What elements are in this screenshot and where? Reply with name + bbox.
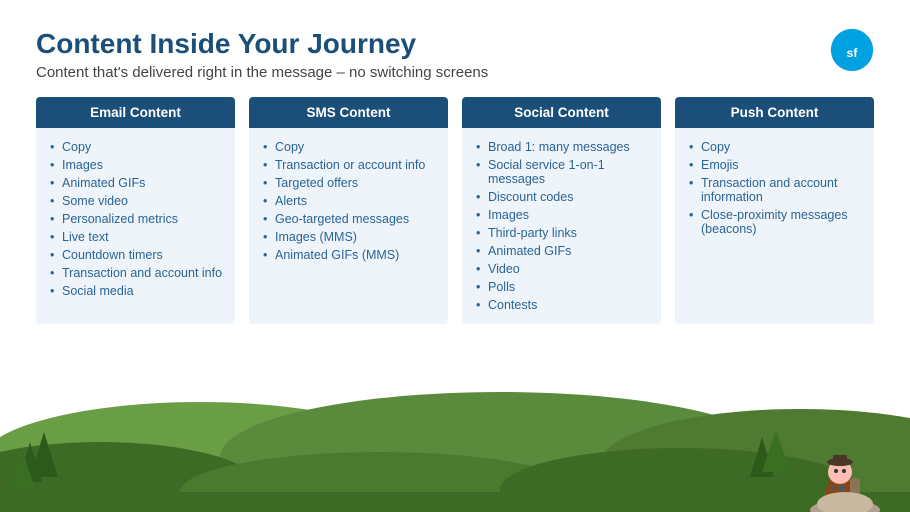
- column-list-push: CopyEmojisTransaction and account inform…: [689, 138, 864, 238]
- column-header-social: Social Content: [462, 97, 661, 128]
- column-social: Social Content Broad 1: many messagesSoci…: [462, 97, 661, 324]
- column-body-sms: CopyTransaction or account infoTargeted …: [249, 128, 448, 274]
- column-header-sms: SMS Content: [249, 97, 448, 128]
- column-body-push: CopyEmojisTransaction and account inform…: [675, 128, 874, 248]
- column-list-sms: CopyTransaction or account infoTargeted …: [263, 138, 438, 264]
- list-item: Images: [476, 206, 651, 224]
- column-header-email: Email Content: [36, 97, 235, 128]
- list-item: Images (MMS): [263, 228, 438, 246]
- column-sms: SMS Content CopyTransaction or account in…: [249, 97, 448, 324]
- list-item: Transaction and account info: [50, 264, 225, 282]
- list-item: Alerts: [263, 192, 438, 210]
- list-item: Animated GIFs: [476, 242, 651, 260]
- list-item: Polls: [476, 278, 651, 296]
- scenery-background: [0, 382, 910, 512]
- column-email: Email Content CopyImagesAnimated GIFsSome…: [36, 97, 235, 324]
- list-item: Social service 1-on-1 messages: [476, 156, 651, 188]
- header-section: Content Inside Your Journey Content that…: [36, 28, 874, 81]
- list-item: Broad 1: many messages: [476, 138, 651, 156]
- list-item: Video: [476, 260, 651, 278]
- list-item: Close-proximity messages (beacons): [689, 206, 864, 238]
- list-item: Targeted offers: [263, 174, 438, 192]
- page-title: Content Inside Your Journey: [36, 28, 874, 60]
- list-item: Personalized metrics: [50, 210, 225, 228]
- column-body-email: CopyImagesAnimated GIFsSome videoPersona…: [36, 128, 235, 310]
- page-subtitle: Content that's delivered right in the me…: [36, 64, 874, 81]
- list-item: Social media: [50, 282, 225, 300]
- list-item: Copy: [50, 138, 225, 156]
- list-item: Transaction or account info: [263, 156, 438, 174]
- list-item: Geo-targeted messages: [263, 210, 438, 228]
- list-item: Third-party links: [476, 224, 651, 242]
- column-header-push: Push Content: [675, 97, 874, 128]
- list-item: Countdown timers: [50, 246, 225, 264]
- list-item: Copy: [689, 138, 864, 156]
- list-item: Animated GIFs: [50, 174, 225, 192]
- list-item: Live text: [50, 228, 225, 246]
- list-item: Contests: [476, 296, 651, 314]
- slide-container: sf Content Inside Your Journey Content t…: [0, 0, 910, 512]
- columns-container: Email ContentCopyImagesAnimated GIFsSome…: [36, 97, 874, 324]
- list-item: Discount codes: [476, 188, 651, 206]
- column-list-email: CopyImagesAnimated GIFsSome videoPersona…: [50, 138, 225, 300]
- list-item: Images: [50, 156, 225, 174]
- column-body-social: Broad 1: many messagesSocial service 1-o…: [462, 128, 661, 324]
- list-item: Some video: [50, 192, 225, 210]
- list-item: Emojis: [689, 156, 864, 174]
- list-item: Copy: [263, 138, 438, 156]
- column-list-social: Broad 1: many messagesSocial service 1-o…: [476, 138, 651, 314]
- column-push: Push Content CopyEmojisTransaction and ac…: [675, 97, 874, 324]
- list-item: Animated GIFs (MMS): [263, 246, 438, 264]
- list-item: Transaction and account information: [689, 174, 864, 206]
